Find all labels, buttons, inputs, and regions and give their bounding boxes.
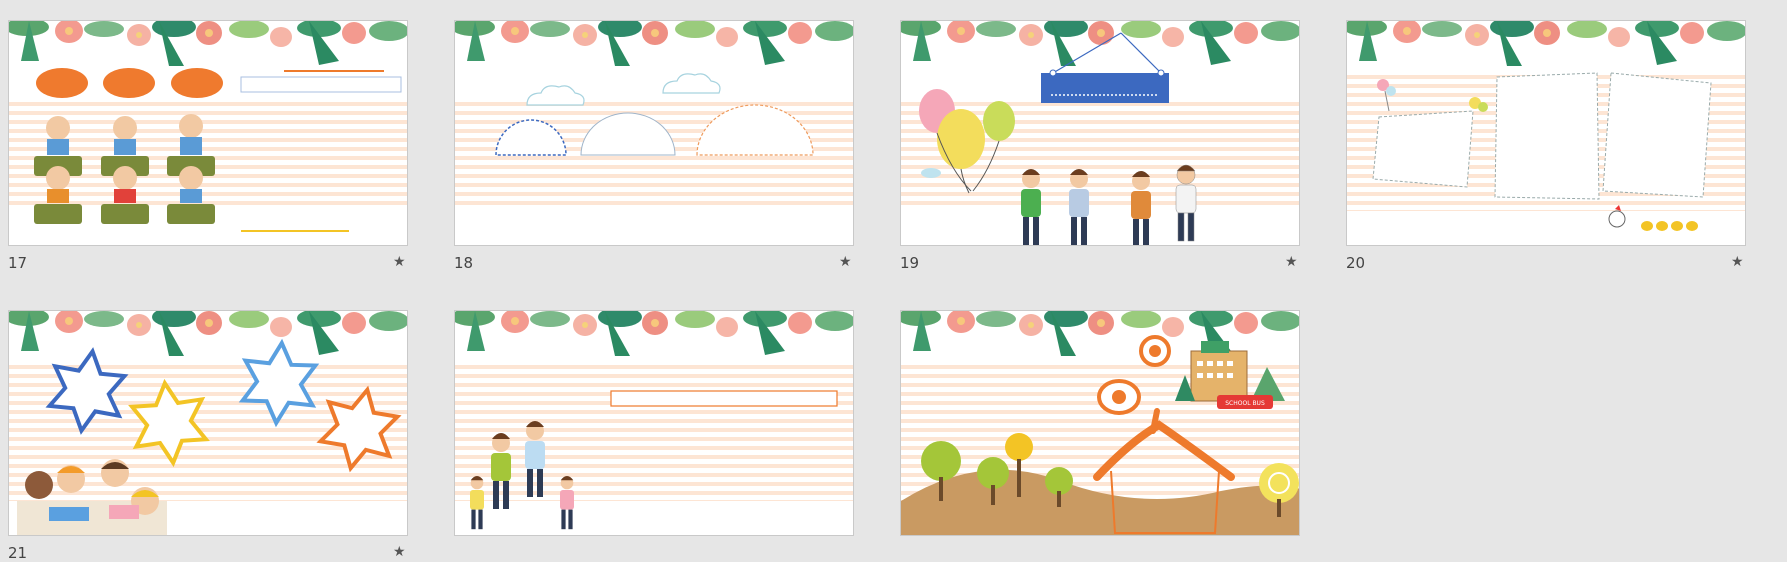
- slide-20-artwork: [1347, 21, 1745, 231]
- slide-21-artwork: [9, 311, 407, 535]
- slide-preview-22[interactable]: [454, 310, 854, 536]
- star-icon[interactable]: ★: [1731, 254, 1744, 270]
- slide-preview-20[interactable]: [1346, 20, 1746, 246]
- slide-preview-23[interactable]: SCHOOL BUS: [900, 310, 1300, 536]
- slide-number: 18: [454, 254, 474, 272]
- slide-22-artwork: [455, 311, 853, 530]
- slide-number: 17: [8, 254, 28, 272]
- slide-preview-17[interactable]: [8, 20, 408, 246]
- slide-number: 19: [900, 254, 920, 272]
- slide-23-artwork: SCHOOL BUS: [901, 311, 1299, 535]
- slide-18-artwork: [455, 21, 853, 209]
- star-icon[interactable]: ★: [393, 254, 406, 270]
- star-icon[interactable]: ★: [839, 254, 852, 270]
- slide-19-artwork: [901, 21, 1299, 245]
- slide-17-artwork: [9, 21, 407, 232]
- star-icon[interactable]: ★: [1285, 254, 1298, 270]
- slide-preview-18[interactable]: [454, 20, 854, 246]
- slide-preview-19[interactable]: [900, 20, 1300, 246]
- slide-number: 21: [8, 544, 28, 562]
- slide-preview-21[interactable]: [8, 310, 408, 536]
- slide-number: 20: [1346, 254, 1366, 272]
- bus-sign: SCHOOL BUS: [1225, 400, 1265, 407]
- star-icon[interactable]: ★: [393, 544, 406, 560]
